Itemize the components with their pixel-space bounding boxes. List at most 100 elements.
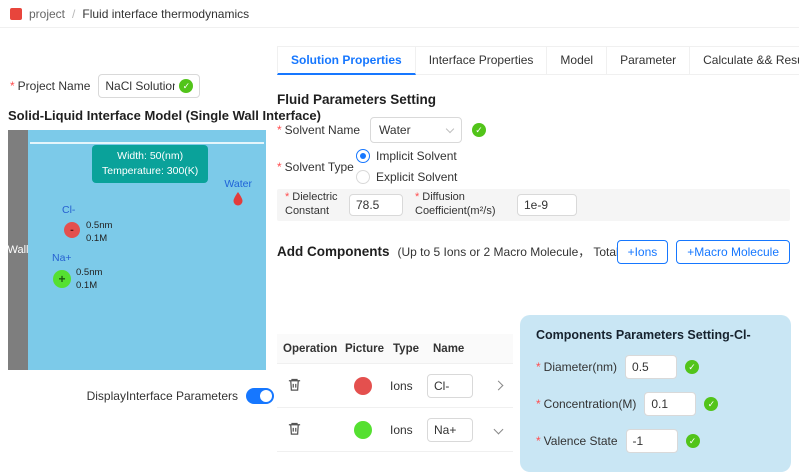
display-interface-label: DisplayInterface Parameters bbox=[87, 389, 238, 403]
toggle-knob bbox=[260, 390, 272, 402]
ion-label-cl: Cl- bbox=[62, 204, 75, 216]
solvent-name-value: Water bbox=[379, 123, 411, 137]
delete-button[interactable] bbox=[277, 421, 339, 439]
diffusion-input[interactable] bbox=[517, 194, 577, 216]
constants-bar: Dielectric Constant Diffusion Coefficien… bbox=[277, 189, 790, 221]
concentration-label: Concentration(M) bbox=[536, 397, 636, 411]
concentration-row: Concentration(M) bbox=[536, 392, 775, 416]
diameter-input[interactable] bbox=[625, 355, 677, 379]
add-components-row: Add Components (Up to 5 Ions or 2 Macro … bbox=[277, 243, 646, 260]
radio-unselected-icon bbox=[356, 170, 370, 184]
badge-temperature: Temperature: 300(K) bbox=[102, 164, 198, 179]
component-params-panel: Components Parameters Setting-Cl- Diamet… bbox=[520, 315, 791, 472]
delete-button[interactable] bbox=[277, 377, 339, 395]
ion-concentration: 0.1M bbox=[76, 280, 102, 293]
project-name-row: Project Name bbox=[10, 74, 200, 98]
display-interface-row: DisplayInterface Parameters bbox=[8, 388, 274, 404]
solvent-type-label: Solvent Type bbox=[277, 160, 354, 174]
dielectric-input[interactable] bbox=[349, 194, 403, 216]
dielectric-input-field[interactable] bbox=[356, 198, 396, 212]
add-components-hint: (Up to 5 Ions or 2 Macro Molecule， Total… bbox=[398, 243, 647, 260]
diffusion-label: Diffusion Coefficient(m²/s) bbox=[415, 191, 509, 219]
breadcrumb-current: Fluid interface thermodynamics bbox=[82, 7, 249, 21]
minus-sign: - bbox=[70, 224, 74, 236]
wall: Wall bbox=[8, 130, 28, 370]
tab-interface-properties[interactable]: Interface Properties bbox=[416, 46, 548, 75]
project-name-input-field[interactable] bbox=[105, 79, 175, 93]
concentration-input-field[interactable] bbox=[651, 397, 689, 411]
diffusion-input-field[interactable] bbox=[524, 198, 570, 212]
add-ions-button[interactable]: +Ions bbox=[617, 240, 669, 264]
check-icon bbox=[704, 397, 718, 411]
component-name-field[interactable] bbox=[434, 379, 466, 393]
model-title: Solid-Liquid Interface Model (Single Wal… bbox=[8, 108, 321, 123]
check-icon bbox=[686, 434, 700, 448]
diameter-row: Diameter(nm) bbox=[536, 355, 775, 379]
table-header: Operation Picture Type Name bbox=[277, 334, 513, 364]
solvent-type-options: Implicit Solvent Explicit Solvent bbox=[356, 149, 457, 184]
radio-explicit-solvent[interactable]: Explicit Solvent bbox=[356, 170, 457, 184]
badge-width: Width: 50(nm) bbox=[102, 149, 198, 164]
breadcrumb: project / Fluid interface thermodynamics bbox=[0, 0, 799, 28]
component-picture bbox=[339, 421, 387, 439]
table-row: Ions bbox=[277, 408, 513, 452]
fluid-params-title: Fluid Parameters Setting bbox=[277, 92, 436, 107]
radio-label: Implicit Solvent bbox=[376, 149, 457, 163]
radio-implicit-solvent[interactable]: Implicit Solvent bbox=[356, 149, 457, 163]
chevron-down-icon bbox=[446, 124, 454, 132]
tab-bar: Solution Properties Interface Properties… bbox=[277, 46, 799, 75]
component-name-field[interactable] bbox=[434, 423, 466, 437]
solvent-name-select[interactable]: Water bbox=[370, 117, 462, 143]
col-type: Type bbox=[387, 343, 427, 355]
water-marker: Water bbox=[224, 178, 252, 206]
ion-color-swatch bbox=[354, 377, 372, 395]
col-operation: Operation bbox=[277, 343, 339, 355]
diameter-input-field[interactable] bbox=[632, 360, 670, 374]
dimensions-badge: Width: 50(nm) Temperature: 300(K) bbox=[92, 145, 208, 183]
component-name-input[interactable] bbox=[427, 374, 473, 398]
ion-info-cl: 0.5nm 0.1M bbox=[86, 220, 112, 246]
wall-label: Wall bbox=[8, 244, 29, 256]
tab-solution-properties[interactable]: Solution Properties bbox=[277, 46, 416, 75]
app-window: project / Fluid interface thermodynamics… bbox=[0, 0, 799, 472]
interface-model-diagram: Wall Width: 50(nm) Temperature: 300(K) W… bbox=[8, 130, 266, 370]
tab-model[interactable]: Model bbox=[547, 46, 607, 75]
solvent-name-row: Solvent Name Water bbox=[277, 117, 486, 143]
ion-particle-cl: - bbox=[64, 222, 80, 238]
radio-selected-icon bbox=[356, 149, 370, 163]
ion-size: 0.5nm bbox=[86, 220, 112, 233]
tab-parameter[interactable]: Parameter bbox=[607, 46, 690, 75]
concentration-input[interactable] bbox=[644, 392, 696, 416]
breadcrumb-project[interactable]: project bbox=[29, 7, 65, 21]
display-interface-toggle[interactable] bbox=[246, 388, 274, 404]
chevron-down-icon bbox=[493, 425, 503, 435]
expand-row-button[interactable] bbox=[483, 382, 513, 389]
valence-input[interactable] bbox=[626, 429, 678, 453]
ion-particle-na: + bbox=[53, 270, 71, 288]
component-type: Ions bbox=[387, 423, 427, 437]
col-name: Name bbox=[427, 343, 483, 355]
components-table: Operation Picture Type Name Ions bbox=[277, 334, 513, 452]
droplet-icon bbox=[232, 191, 244, 206]
tab-calculate-results[interactable]: Calculate && Results bbox=[690, 46, 799, 75]
project-name-input[interactable] bbox=[98, 74, 200, 98]
check-icon bbox=[472, 123, 486, 137]
ion-label-na: Na+ bbox=[52, 252, 72, 264]
chevron-right-icon bbox=[493, 381, 503, 391]
interface-line bbox=[30, 142, 264, 144]
check-icon bbox=[685, 360, 699, 374]
collapse-row-button[interactable] bbox=[483, 426, 513, 433]
radio-label: Explicit Solvent bbox=[376, 170, 457, 184]
check-icon bbox=[179, 79, 193, 93]
component-name-cell bbox=[427, 374, 483, 398]
plus-sign: + bbox=[58, 272, 65, 286]
col-picture: Picture bbox=[339, 343, 387, 355]
component-name-cell bbox=[427, 418, 483, 442]
add-macro-molecule-button[interactable]: +Macro Molecule bbox=[676, 240, 790, 264]
add-buttons: +Ions +Macro Molecule bbox=[617, 240, 790, 264]
water-label: Water bbox=[224, 178, 252, 190]
valence-input-field[interactable] bbox=[633, 434, 671, 448]
add-components-title: Add Components bbox=[277, 244, 390, 259]
breadcrumb-separator: / bbox=[72, 7, 75, 21]
component-name-input[interactable] bbox=[427, 418, 473, 442]
